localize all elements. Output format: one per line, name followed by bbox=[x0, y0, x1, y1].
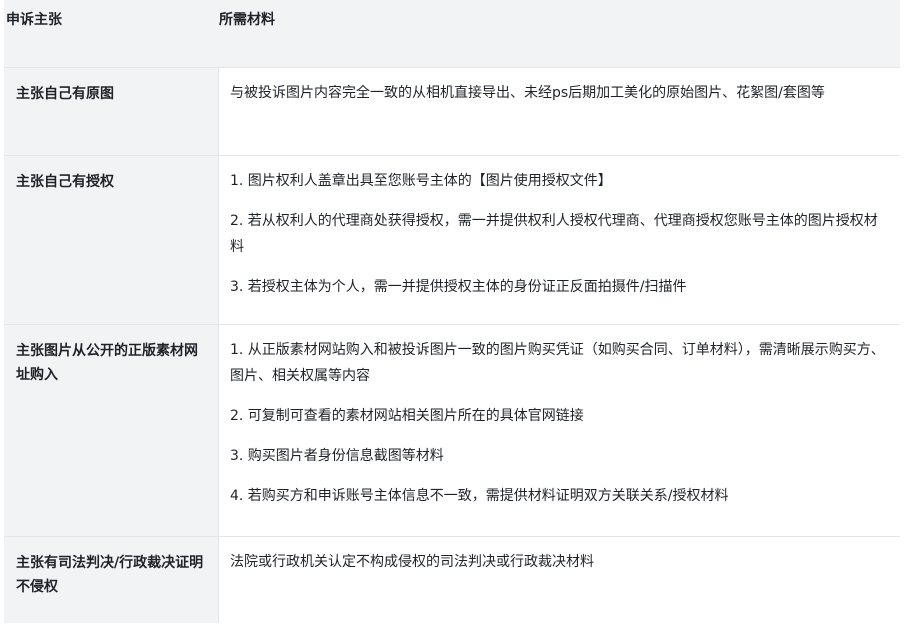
table-header: 申诉主张 所需材料 bbox=[4, 0, 900, 68]
appeal-materials-table: 申诉主张 所需材料 主张自己有原图 与被投诉图片内容完全一致的从相机直接导出、未… bbox=[4, 0, 900, 623]
header-appeal-claim: 申诉主张 bbox=[6, 12, 62, 28]
material-item: 与被投诉图片内容完全一致的从相机直接导出、未经ps后期加工美化的原始图片、花絮图… bbox=[230, 85, 825, 101]
claim-cell: 主张自己有原图 bbox=[4, 68, 219, 155]
materials-cell: 1. 图片权利人盖章出具至您账号主体的【图片使用授权文件】 2. 若从权利人的代… bbox=[219, 156, 900, 324]
material-item: 2. 若从权利人的代理商处获得授权，需一并提供权利人授权代理商、代理商授权您账号… bbox=[230, 213, 878, 255]
table-row: 主张图片从公开的正版素材网址购入 1. 从正版素材网站购入和被投诉图片一致的图片… bbox=[4, 325, 900, 537]
materials-cell: 1. 从正版素材网站购入和被投诉图片一致的图片购买凭证（如购买合同、订单材料），… bbox=[219, 325, 900, 536]
table-row: 主张有司法判决/行政裁决证明不侵权 法院或行政机关认定不构成侵权的司法判决或行政… bbox=[4, 537, 900, 623]
material-item: 法院或行政机关认定不构成侵权的司法判决或行政裁决材料 bbox=[230, 554, 594, 570]
claim-cell: 主张有司法判决/行政裁决证明不侵权 bbox=[4, 537, 219, 623]
materials-cell: 法院或行政机关认定不构成侵权的司法判决或行政裁决材料 bbox=[219, 537, 900, 623]
material-item: 3. 若授权主体为个人，需一并提供授权主体的身份证正反面拍摄件/扫描件 bbox=[230, 279, 687, 295]
header-required-materials: 所需材料 bbox=[219, 12, 275, 28]
claim-cell: 主张图片从公开的正版素材网址购入 bbox=[4, 325, 219, 536]
material-item: 1. 从正版素材网站购入和被投诉图片一致的图片购买凭证（如购买合同、订单材料），… bbox=[230, 342, 885, 384]
material-item: 3. 购买图片者身份信息截图等材料 bbox=[230, 448, 444, 464]
table-row: 主张自己有授权 1. 图片权利人盖章出具至您账号主体的【图片使用授权文件】 2.… bbox=[4, 156, 900, 325]
materials-cell: 与被投诉图片内容完全一致的从相机直接导出、未经ps后期加工美化的原始图片、花絮图… bbox=[219, 68, 900, 155]
material-item: 1. 图片权利人盖章出具至您账号主体的【图片使用授权文件】 bbox=[230, 173, 612, 189]
material-item: 2. 可复制可查看的素材网站相关图片所在的具体官网链接 bbox=[230, 408, 584, 424]
table-row: 主张自己有原图 与被投诉图片内容完全一致的从相机直接导出、未经ps后期加工美化的… bbox=[4, 68, 900, 156]
material-item: 4. 若购买方和申诉账号主体信息不一致，需提供材料证明双方关联关系/授权材料 bbox=[230, 488, 729, 504]
claim-cell: 主张自己有授权 bbox=[4, 156, 219, 324]
